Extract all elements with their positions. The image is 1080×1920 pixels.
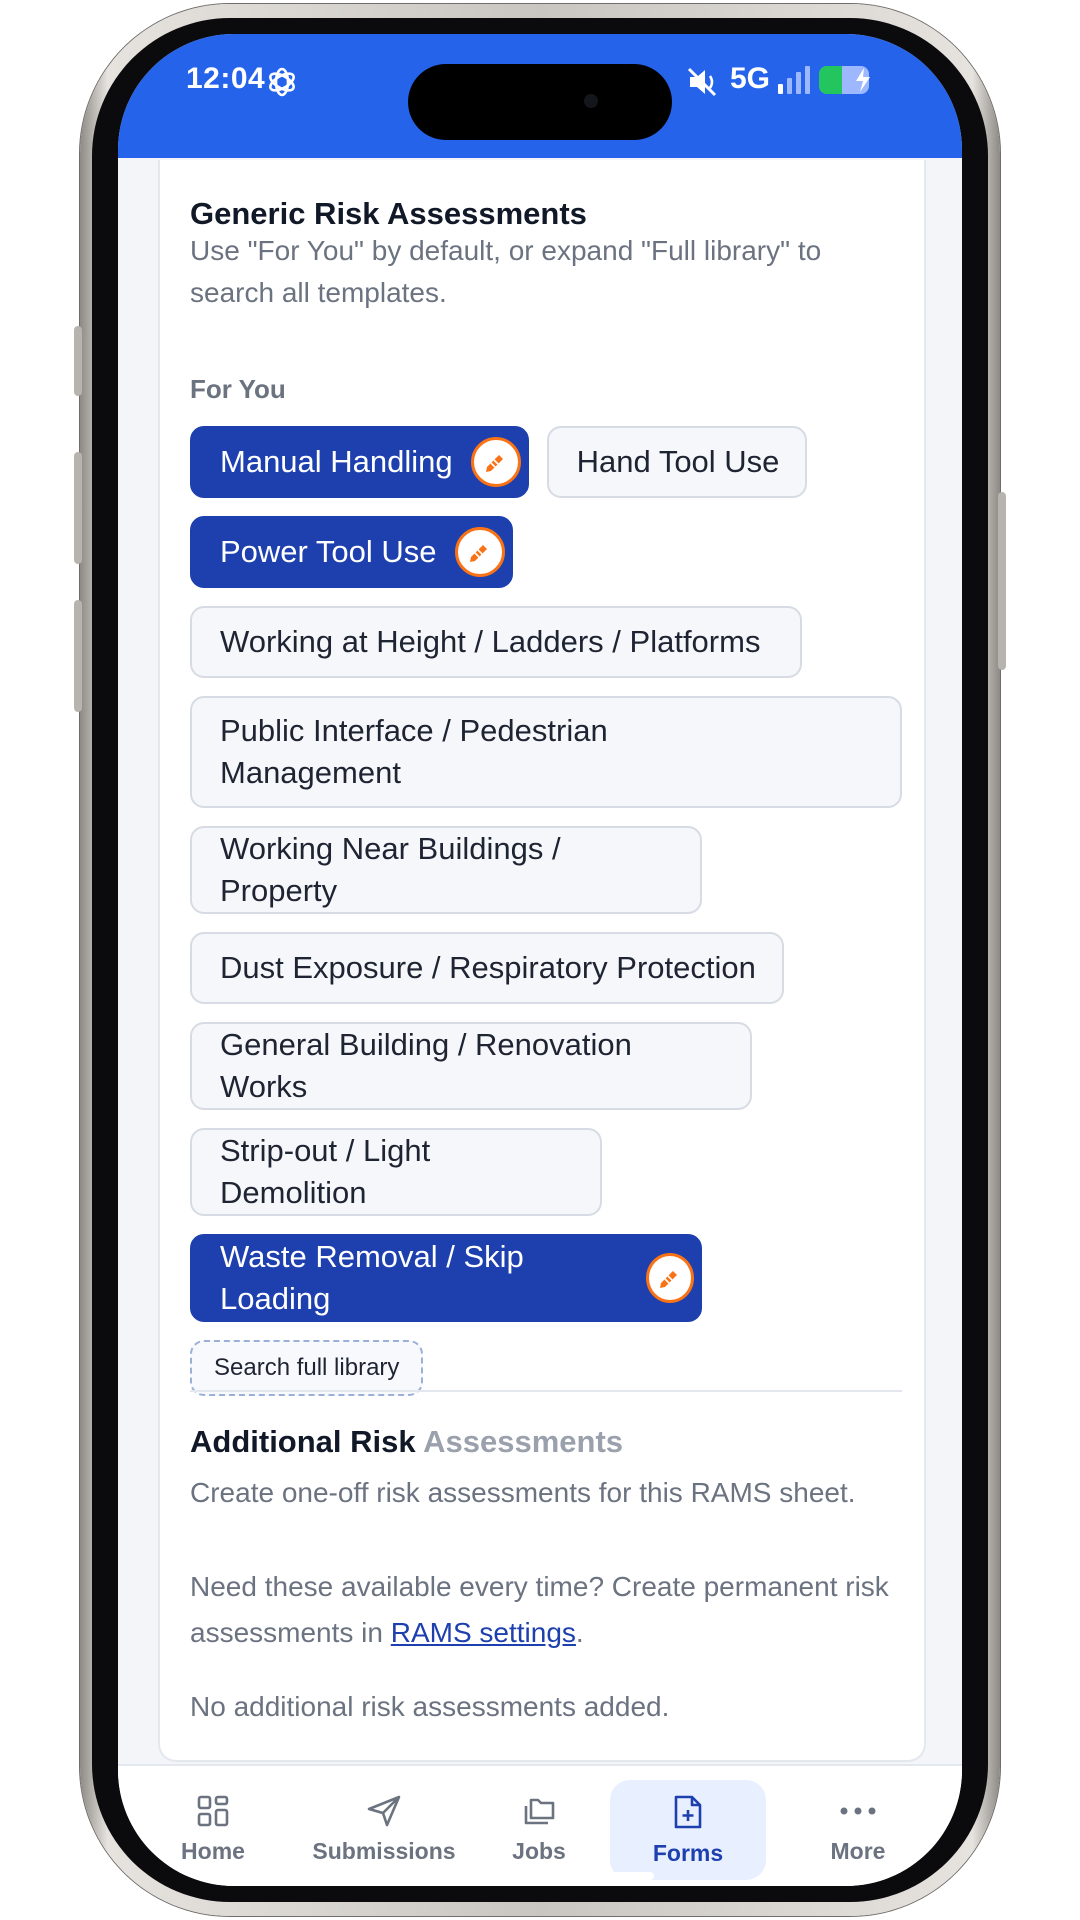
nav-label: Forms [652, 1840, 724, 1866]
chip-label: Manual Handling [220, 444, 453, 479]
chip-label: Strip-out / Light Demolition [220, 1133, 431, 1210]
chip-label: Waste Removal / Skip Loading [220, 1239, 524, 1316]
phone-screen: 12:04 5G Generic Risk Assessments Use "F… [118, 34, 962, 1886]
chip-working-at-height[interactable]: Working at Height / Ladders / Platforms [190, 606, 802, 678]
pencil-icon[interactable] [645, 1253, 694, 1303]
nav-jobs[interactable]: Jobs [474, 1780, 604, 1880]
status-time: 12:04 [186, 62, 266, 95]
chip-manual-handling[interactable]: Manual Handling [190, 426, 529, 498]
chip-power-tool-use[interactable]: Power Tool Use [190, 516, 513, 588]
permanent-hint-suffix: . [575, 1617, 584, 1648]
nav-forms[interactable]: Forms [610, 1780, 766, 1880]
chip-general-building[interactable]: General Building / Renovation Works [190, 1022, 752, 1110]
chip-waste-removal[interactable]: Waste Removal / Skip Loading [190, 1234, 702, 1322]
nav-label: Jobs [512, 1838, 566, 1864]
nav-label: Home [181, 1838, 245, 1864]
folders-icon [524, 1798, 555, 1825]
additional-title-part2: Assessments [423, 1424, 624, 1459]
chip-label: General Building / Renovation Works [220, 1027, 632, 1104]
empty-additional-text: No additional risk assessments added. [190, 1691, 670, 1722]
chip-label: Working at Height / Ladders / Platforms [220, 624, 761, 659]
chip-label: Power Tool Use [220, 534, 437, 569]
additional-title-part1: Additional Risk [190, 1424, 416, 1459]
status-bar: 12:04 5G [118, 34, 962, 158]
network-label: 5G [730, 62, 771, 95]
home-indicator[interactable] [426, 1872, 654, 1880]
more-dots-icon [840, 1807, 876, 1815]
rams-settings-link[interactable]: RAMS settings [391, 1617, 576, 1648]
battery-charging-icon [818, 64, 880, 101]
search-full-library-button[interactable]: Search full library [190, 1340, 424, 1396]
additional-description: Create one-off risk assessments for this… [190, 1477, 856, 1508]
volume-up-button [74, 452, 82, 564]
chip-dust-exposure[interactable]: Dust Exposure / Respiratory Protection [190, 932, 784, 1004]
chip-public-interface[interactable]: Public Interface / Pedestrian Management [190, 696, 902, 808]
pencil-icon[interactable] [454, 527, 505, 577]
bottom-nav: Home Submissions Jobs Forms More [118, 1764, 962, 1886]
app-logo-icon [264, 64, 300, 105]
nav-more[interactable]: More [778, 1780, 938, 1880]
permanent-hint: Need these available every time? Create … [190, 1564, 906, 1656]
nav-label: Submissions [312, 1838, 456, 1864]
for-you-label: For You [190, 374, 286, 404]
generic-description: Use "For You" by default, or expand "Ful… [190, 235, 822, 308]
send-icon [367, 1795, 401, 1827]
dynamic-island [408, 64, 672, 140]
action-button [74, 326, 82, 396]
additional-risk-title: Additional Risk Assessments [190, 1424, 623, 1460]
signal-icon [778, 66, 812, 99]
generic-risk-title: Generic Risk Assessments [190, 196, 587, 231]
nav-home[interactable]: Home [138, 1780, 288, 1880]
mute-icon [686, 66, 720, 103]
file-plus-icon [674, 1795, 702, 1829]
volume-down-button [74, 600, 82, 712]
chip-working-near-buildings[interactable]: Working Near Buildings / Property [190, 826, 702, 914]
chip-strip-out[interactable]: Strip-out / Light Demolition [190, 1128, 602, 1216]
chip-label: Working Near Buildings / Property [220, 831, 561, 908]
pencil-icon[interactable] [470, 437, 521, 487]
chip-label: Public Interface / Pedestrian Management [220, 713, 608, 790]
template-chip-list: Manual Handling Hand Tool Use Power Tool… [190, 426, 902, 1396]
chip-label: Hand Tool Use [576, 444, 780, 479]
grid-icon [197, 1795, 229, 1827]
chip-hand-tool-use[interactable]: Hand Tool Use [546, 426, 808, 498]
nav-submissions[interactable]: Submissions [294, 1780, 474, 1880]
section-divider [190, 1390, 902, 1392]
nav-label: More [830, 1838, 886, 1864]
chip-label: Dust Exposure / Respiratory Protection [220, 950, 756, 985]
power-button [998, 492, 1006, 670]
